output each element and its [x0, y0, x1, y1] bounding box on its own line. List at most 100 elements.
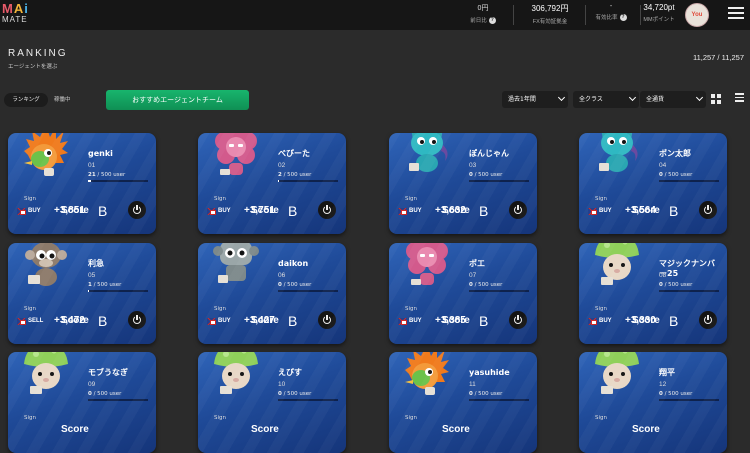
- agent-card[interactable]: べびーた 02 2 / 500 user Sign Score BUY +3,751 B: [198, 133, 346, 234]
- agent-name: ポエ: [469, 259, 485, 268]
- agent-grade: B: [669, 313, 679, 329]
- agent-avatar-green-mushroom-icon: [593, 243, 641, 293]
- agent-avatar-green-mushroom-icon: [212, 352, 260, 402]
- agent-grade: B: [479, 203, 489, 219]
- users-progress-bar: [469, 290, 529, 292]
- agent-users: 1 / 500 user: [88, 282, 122, 288]
- chevron-down-icon: [695, 93, 704, 102]
- agent-score: +3,851: [54, 205, 85, 216]
- users-progress-bar: [469, 180, 529, 182]
- agent-card[interactable]: daikon 06 0 / 500 user Sign Score BUY +3,427 B: [198, 243, 346, 344]
- help-icon[interactable]: ?: [488, 16, 496, 24]
- agent-grade: B: [98, 313, 108, 329]
- agent-card[interactable]: ポン太郎 04 0 / 500 user Sign Score BUY +3,564 B: [579, 133, 727, 234]
- agent-grade: B: [288, 203, 298, 219]
- score-label: Score: [251, 424, 279, 435]
- recommended-team-button[interactable]: おすすめエージェントチーム: [106, 90, 249, 110]
- agent-name: daikon: [278, 259, 309, 268]
- agent-grade: B: [669, 203, 679, 219]
- agent-users: 0 / 500 user: [469, 391, 503, 397]
- sign-label: Sign: [24, 415, 36, 421]
- chevron-down-icon: [628, 93, 637, 102]
- power-icon[interactable]: [318, 311, 336, 329]
- agent-name: ぽんじゃん: [469, 149, 509, 158]
- agent-avatar-green-mushroom-icon: [22, 352, 70, 402]
- grid-view-icon[interactable]: [710, 93, 722, 105]
- power-icon[interactable]: [509, 311, 527, 329]
- score-label: Score: [442, 424, 470, 435]
- agent-users: 0 / 500 user: [469, 282, 503, 288]
- agent-rank: 08: [659, 272, 667, 279]
- agent-users: 0 / 500 user: [278, 391, 312, 397]
- agent-card[interactable]: ぽんじゃん 03 0 / 500 user Sign Score BUY +3,632 B: [389, 133, 537, 234]
- agent-users: 0 / 500 user: [88, 391, 122, 397]
- users-progress-bar: [659, 399, 719, 401]
- power-icon[interactable]: [128, 201, 146, 219]
- agent-users: 21 / 500 user: [88, 172, 126, 178]
- users-progress-bar: [88, 399, 148, 401]
- agent-card[interactable]: yasuhide 11 0 / 500 user Sign Score: [389, 352, 537, 453]
- agent-rank: 04: [659, 162, 667, 169]
- agent-avatar-gray-robot-icon: [212, 243, 260, 293]
- agent-rank: 12: [659, 381, 667, 388]
- agent-rank: 10: [278, 381, 286, 388]
- agent-avatar-green-mushroom-icon: [593, 352, 641, 402]
- power-icon[interactable]: [509, 201, 527, 219]
- agent-name: yasuhide: [469, 368, 510, 377]
- stat-daily-change: 0円 前日比?: [470, 5, 496, 24]
- users-progress-bar: [278, 290, 338, 292]
- agent-rank: 06: [278, 272, 286, 279]
- sign-label: Sign: [595, 306, 607, 312]
- agent-card[interactable]: 翔平 12 0 / 500 user Sign Score: [579, 352, 727, 453]
- power-icon[interactable]: [699, 201, 717, 219]
- power-icon[interactable]: [128, 311, 146, 329]
- agent-name: genki: [88, 149, 113, 158]
- agent-name: えびす: [278, 368, 302, 377]
- agent-avatar-pink-flower-icon: [212, 133, 260, 183]
- agent-card[interactable]: マジックナンバ ー25 08 0 / 500 user Sign Score BUY +3,…: [579, 243, 727, 344]
- user-avatar[interactable]: You: [685, 3, 709, 27]
- agent-card[interactable]: 利急 05 1 / 500 user Sign Score SELL +3,472 B: [8, 243, 156, 344]
- agent-rank: 01: [88, 162, 96, 169]
- power-icon[interactable]: [699, 311, 717, 329]
- agent-rank: 09: [88, 381, 96, 388]
- agent-grade: B: [288, 313, 298, 329]
- agent-score: +3,330: [625, 315, 656, 326]
- agent-score: +3,632: [435, 205, 466, 216]
- sign-label: Sign: [24, 306, 36, 312]
- agent-rank: 03: [469, 162, 477, 169]
- sign-label: Sign: [24, 196, 36, 202]
- sign-label: Sign: [405, 415, 417, 421]
- agent-card[interactable]: モブうなぎ 09 0 / 500 user Sign Score: [8, 352, 156, 453]
- agent-name: 利急: [88, 259, 104, 268]
- tab-ranking[interactable]: ランキング: [4, 93, 48, 107]
- class-select[interactable]: 全クラス: [573, 91, 639, 108]
- period-select[interactable]: 過去1年間: [502, 91, 568, 108]
- agent-card[interactable]: genki 01 21 / 500 user Sign Score BUY +3,851 B: [8, 133, 156, 234]
- logo[interactable]: MAi MATE: [2, 2, 29, 24]
- users-progress-bar: [469, 399, 529, 401]
- users-progress-bar: [659, 180, 719, 182]
- currency-select[interactable]: 全通貨: [640, 91, 706, 108]
- agent-card[interactable]: ポエ 07 0 / 500 user Sign Score BUY +3,385 B: [389, 243, 537, 344]
- hamburger-menu-icon[interactable]: [728, 7, 744, 23]
- list-view-icon[interactable]: [735, 93, 747, 105]
- agent-card[interactable]: えびす 10 0 / 500 user Sign Score: [198, 352, 346, 453]
- uk-flag-icon: [588, 318, 597, 325]
- users-progress-bar: [278, 399, 338, 401]
- agent-score: +3,385: [435, 315, 466, 326]
- power-icon[interactable]: [318, 201, 336, 219]
- trade-side: BUY: [599, 208, 612, 214]
- sign-label: Sign: [405, 306, 417, 312]
- agent-avatar-orange-spiky-bird-icon: [22, 133, 70, 183]
- page-title: RANKING: [8, 48, 68, 59]
- agent-avatar-monkey-icon: [22, 243, 70, 293]
- uk-flag-icon: [207, 318, 216, 325]
- agent-score: +3,751: [244, 205, 275, 216]
- top-bar: MAi MATE 0円 前日比? 306,792円 FX有効証拠金 - 有効比率…: [0, 0, 750, 30]
- agent-name: マジックナンバ ー25: [659, 259, 715, 278]
- agent-rank: 02: [278, 162, 286, 169]
- tab-active[interactable]: 稼働中: [54, 93, 71, 107]
- sign-label: Sign: [405, 196, 417, 202]
- uk-flag-icon: [17, 208, 26, 215]
